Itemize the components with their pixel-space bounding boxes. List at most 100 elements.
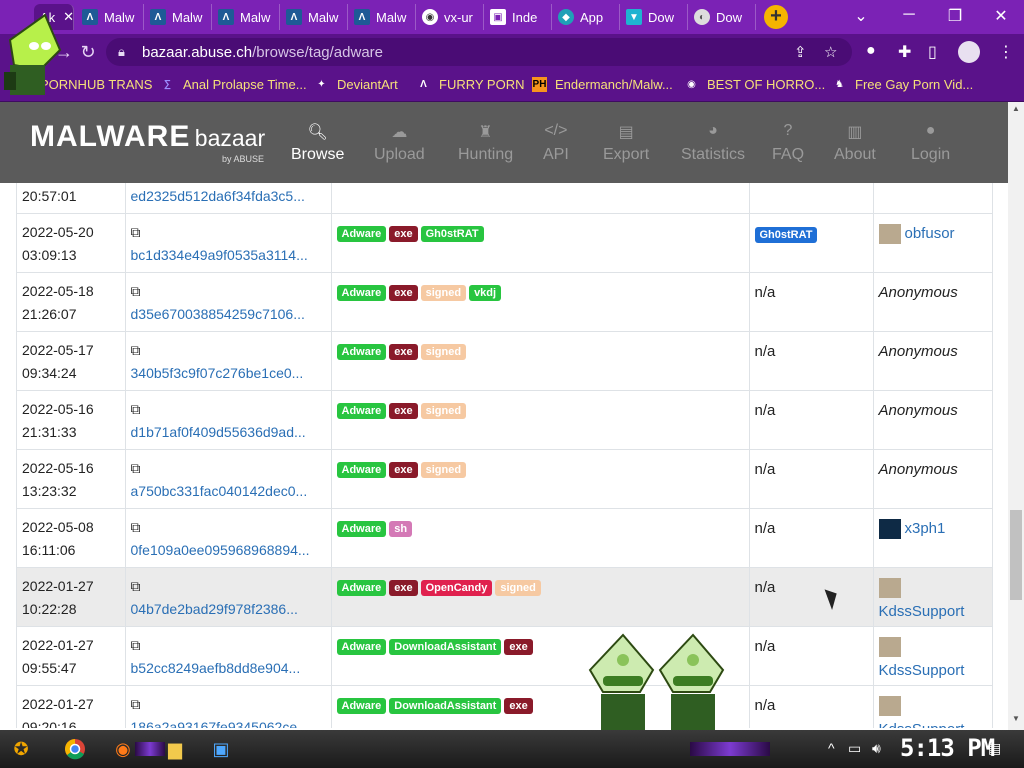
extensions-icon[interactable]: ✚ (898, 42, 911, 62)
tag-badge[interactable]: vkdj (469, 284, 502, 301)
reporter-link[interactable]: x3ph1 (905, 520, 946, 537)
tag-badge[interactable]: Adware (336, 698, 387, 715)
tag-badge[interactable]: exe (389, 225, 418, 242)
copy-icon[interactable]: ⧉ (131, 339, 141, 362)
sha256-link[interactable]: d1b71af0f409d55636d9ad... (131, 421, 321, 444)
browser-tab[interactable]: ▣ Inde (484, 4, 552, 30)
browser-tab[interactable]: ◉ vx-ur (416, 4, 484, 30)
share-icon[interactable]: ⇪ (794, 43, 807, 61)
network-icon[interactable]: ▭ (848, 740, 861, 757)
notifications-icon[interactable]: ▤ (988, 740, 1001, 757)
sha256-link[interactable]: 0fe109a0ee095968968894... (131, 539, 321, 562)
nav-hunting[interactable]: ♜ Hunting (458, 122, 513, 164)
bookmark-item[interactable]: ◉ BEST OF HORRO... (684, 77, 825, 92)
tag-badge[interactable]: Adware (336, 579, 387, 596)
table-row[interactable]: 2022-01-27 09:55:47 ⧉ b52cc8249aefb8dd8e904… (17, 626, 992, 687)
reporter-link[interactable]: KdssSupport (879, 662, 965, 679)
tag-badge[interactable]: signed (420, 402, 467, 419)
copy-icon[interactable]: ⧉ (131, 516, 141, 539)
tag-badge[interactable]: exe (504, 638, 533, 655)
tag-badge[interactable]: Gh0stRAT (420, 225, 484, 242)
browser-tab[interactable]: ◆ App (552, 4, 620, 30)
menu-kebab-icon[interactable]: ⋮ (998, 42, 1014, 62)
sha256-link[interactable]: d35e670038854259c7106... (131, 303, 321, 326)
restore-button[interactable]: ❐ (940, 6, 970, 26)
volume-icon[interactable]: 🔊︎ (872, 740, 881, 757)
scroll-up-icon[interactable]: ▲ (1012, 104, 1020, 113)
table-row[interactable]: 2022-01-27 10:22:28 ⧉ 04b7de2bad29f978f2386… (17, 567, 992, 627)
table-row[interactable]: 2022-05-16 13:23:32 ⧉ a750bc331fac040142dec… (17, 449, 992, 509)
browser-tab[interactable]: ▼ Dow (620, 4, 688, 30)
nav-faq[interactable]: ? FAQ (772, 122, 804, 164)
scroll-down-icon[interactable]: ▼ (1012, 714, 1020, 723)
table-row[interactable]: 2022-05-16 21:31:33 ⧉ d1b71af0f409d55636d9a… (17, 390, 992, 450)
scrollbar-thumb[interactable] (1010, 510, 1022, 600)
bookmark-item[interactable]: ✦ DeviantArt (314, 77, 397, 92)
browser-tab[interactable]: Λ Malw (280, 4, 348, 30)
reload-icon[interactable]: ↻ (76, 42, 100, 63)
tag-badge[interactable]: Adware (336, 461, 387, 478)
tag-badge[interactable]: Adware (336, 343, 387, 360)
malware-bazaar-logo[interactable]: MALWARE bazaar by ABUSE (30, 120, 265, 164)
bookmark-item[interactable]: ∑ Anal Prolapse Time... (160, 77, 307, 92)
sha256-link[interactable]: a750bc331fac040142dec0... (131, 480, 321, 503)
tag-badge[interactable]: exe (389, 284, 418, 301)
sha256-link[interactable]: bc1d334e49a9f0535a3114... (131, 244, 321, 267)
firefox-taskbar-icon[interactable]: ◉ (108, 735, 138, 763)
bookmark-item[interactable]: PH Endermanch/Malw... (532, 77, 673, 92)
tag-badge[interactable]: exe (389, 402, 418, 419)
tag-badge[interactable]: exe (389, 343, 418, 360)
browser-tab[interactable]: Λ Malw (212, 4, 280, 30)
profile-avatar[interactable] (958, 41, 980, 63)
browser-tab[interactable]: ◐ Dow (688, 4, 756, 30)
page-scrollbar[interactable]: ▲ ▼ (1008, 102, 1024, 730)
copy-icon[interactable]: ⧉ (131, 221, 141, 244)
sha256-link[interactable]: 186a2a93167fe9345062ce... (131, 716, 321, 728)
table-row[interactable]: 2022-05-20 03:09:13 ⧉ bc1d334e49a9f0535a311… (17, 213, 992, 273)
sha256-link[interactable]: 04b7de2bad29f978f2386... (131, 598, 321, 621)
table-row[interactable]: 2022-05-17 09:34:24 ⧉ 340b5f3c9f07c276be1ce… (17, 331, 992, 391)
bookmark-star-icon[interactable]: ☆ (824, 43, 837, 61)
tag-badge[interactable]: exe (504, 698, 533, 715)
nav-export[interactable]: ▤ Export (603, 122, 649, 164)
reporter-link[interactable]: KdssSupport (879, 721, 965, 728)
sha256-link[interactable]: b52cc8249aefb8dd8e904... (131, 657, 321, 680)
bookmark-item[interactable]: Λ FURRY PORN (416, 77, 524, 92)
browser-tab[interactable]: Λ Malw (348, 4, 416, 30)
copy-icon[interactable]: ⧉ (131, 575, 141, 598)
browser-tab[interactable]: Λ Malw (144, 4, 212, 30)
tray-chevron-icon[interactable]: ^ (828, 740, 835, 756)
tag-badge[interactable]: Adware (336, 284, 387, 301)
nav-browse[interactable]: 🔍︎ Browse (291, 122, 344, 164)
table-row[interactable]: 2022-01-27 09:20:16 ⧉ 186a2a93167fe9345062c… (17, 685, 992, 728)
app-taskbar-icon[interactable]: ▣ (206, 735, 236, 763)
address-bar[interactable]: 🔒︎ bazaar.abuse.ch/browse/tag/adware ⇪ ☆ (106, 38, 852, 66)
copy-icon[interactable]: ⧉ (131, 398, 141, 421)
copy-icon[interactable]: ⧉ (131, 280, 141, 303)
table-row[interactable]: 20:57:01 ed2325d512da6f34fda3c5... (17, 183, 992, 214)
tag-badge[interactable]: signed (420, 284, 467, 301)
signature-badge[interactable]: Gh0stRAT (754, 226, 818, 243)
tag-badge[interactable]: DownloadAssistant (389, 698, 502, 715)
browser-tab[interactable]: Λ Malw (76, 4, 144, 30)
tab-search-icon[interactable]: ⌄ (846, 6, 876, 26)
side-panel-icon[interactable]: ▯ (928, 42, 937, 62)
nav-upload[interactable]: ☁ Upload (374, 122, 425, 164)
tag-badge[interactable]: Adware (336, 520, 387, 537)
tag-badge[interactable]: OpenCandy (420, 579, 493, 596)
tag-badge[interactable]: exe (389, 579, 418, 596)
profile-extension-icon[interactable]: ● (866, 42, 876, 60)
tag-badge[interactable]: Adware (336, 638, 387, 655)
start-button[interactable]: ✪ (6, 735, 36, 763)
nav-statistics[interactable]: ◕ Statistics (681, 122, 745, 164)
nav-api[interactable]: </> API (543, 122, 569, 164)
tag-badge[interactable]: signed (420, 343, 467, 360)
nav-login[interactable]: ● Login (911, 122, 950, 164)
nav-about[interactable]: ▥ About (834, 122, 876, 164)
sha256-link[interactable]: 340b5f3c9f07c276be1ce0... (131, 362, 321, 385)
chrome-taskbar-icon[interactable] (60, 735, 90, 763)
taskbar-clock[interactable]: 5:13 PM (900, 734, 995, 762)
tag-badge[interactable]: DownloadAssistant (389, 638, 502, 655)
reporter-link[interactable]: obfusor (905, 225, 955, 242)
table-row[interactable]: 2022-05-08 16:11:06 ⧉ 0fe109a0ee09596896889… (17, 508, 992, 568)
